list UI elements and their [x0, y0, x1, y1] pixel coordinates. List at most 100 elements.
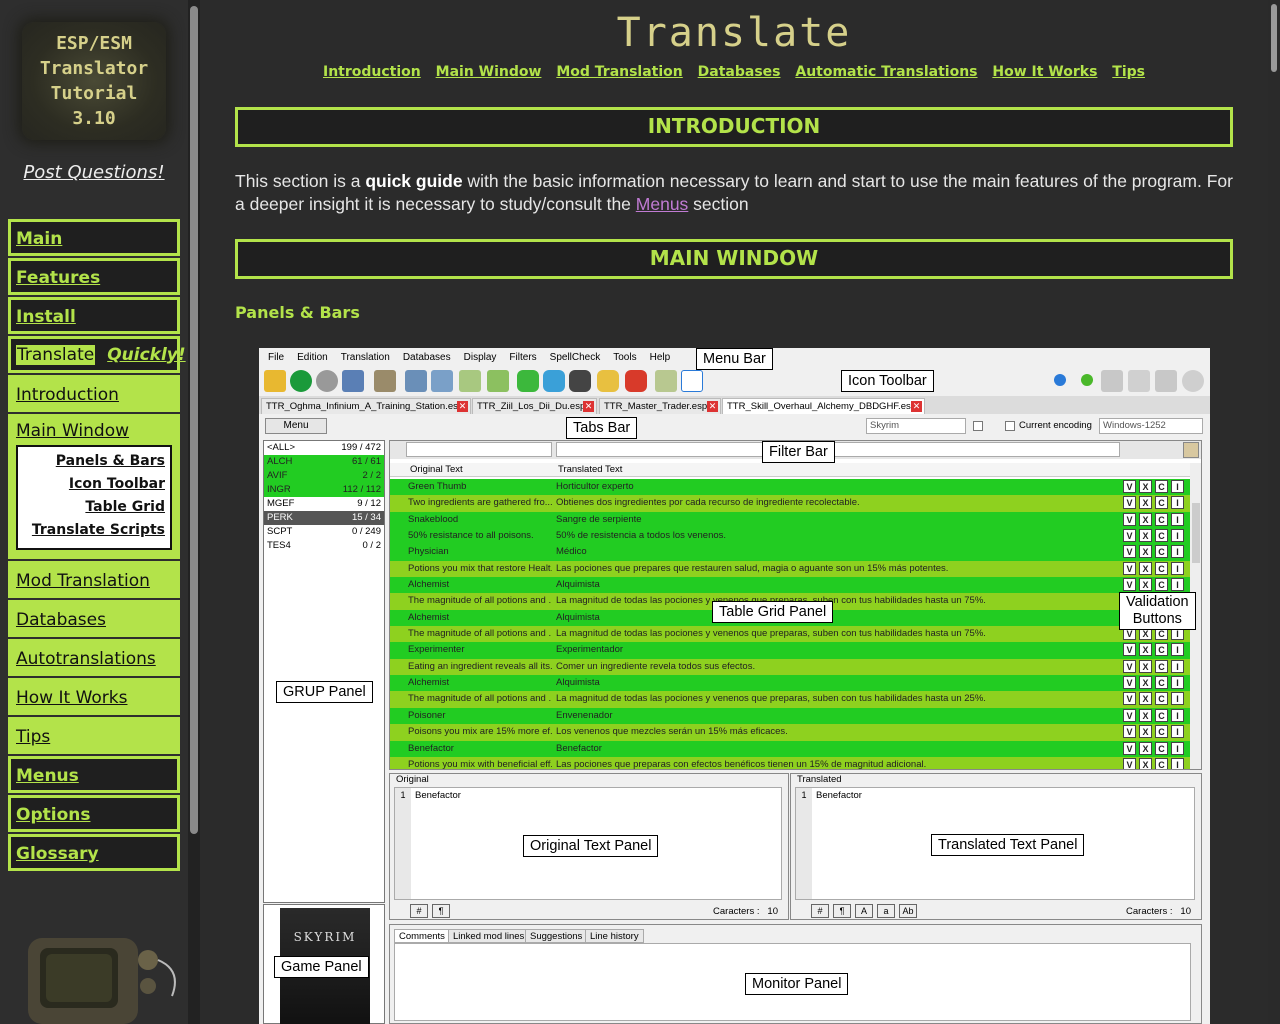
reject-button[interactable]: X: [1139, 659, 1152, 673]
table-row[interactable]: Green Thumb Horticultor experto V X C I: [390, 479, 1190, 496]
validate-button[interactable]: V: [1123, 741, 1136, 755]
reject-button[interactable]: X: [1139, 480, 1152, 493]
info-button[interactable]: I: [1171, 512, 1184, 526]
titlecase-button[interactable]: Ab: [899, 904, 917, 918]
database-black-icon[interactable]: [569, 370, 591, 392]
info-button[interactable]: I: [1171, 692, 1184, 706]
sidebar-scroll-thumb[interactable]: [190, 6, 198, 834]
info-button[interactable]: I: [1171, 529, 1184, 543]
sidebar-item-translate-link[interactable]: Translate: [16, 344, 96, 365]
table-row[interactable]: Physician Médico V X C I: [390, 544, 1190, 561]
sidebar-subitem-icon-toolbar[interactable]: Icon Toolbar: [23, 476, 165, 499]
reject-button[interactable]: X: [1139, 725, 1152, 739]
play-disabled-icon[interactable]: [1182, 370, 1204, 392]
grup-row[interactable]: ALCH 61 / 61: [264, 455, 384, 469]
copy-button[interactable]: C: [1155, 496, 1168, 510]
sidebar-item-main[interactable]: Main: [8, 219, 180, 256]
topnav-mod-translation[interactable]: Mod Translation: [556, 64, 682, 80]
table-row[interactable]: 50% resistance to all poisons. 50% de res…: [390, 528, 1190, 545]
data-add-icon[interactable]: [487, 370, 509, 392]
grup-row[interactable]: MGEF 9 / 12: [264, 497, 384, 511]
topnav-tips[interactable]: Tips: [1112, 64, 1145, 80]
table-row[interactable]: Alchemist Alquimista VXCI: [390, 577, 1190, 594]
grup-row-selected[interactable]: PERK 15 / 34: [264, 511, 384, 525]
reject-button[interactable]: X: [1139, 578, 1152, 592]
reject-button[interactable]: X: [1139, 643, 1152, 657]
copy-button[interactable]: C: [1155, 512, 1168, 526]
tab-line-history[interactable]: Line history: [585, 929, 644, 943]
grup-row[interactable]: INGR 112 / 112: [264, 483, 384, 497]
copy-button[interactable]: C: [1155, 545, 1168, 559]
grup-row[interactable]: AVIF 2 / 2: [264, 469, 384, 483]
close-icon[interactable]: ✕: [911, 401, 922, 412]
copy-button[interactable]: C: [1155, 757, 1168, 769]
table-row[interactable]: Snakeblood Sangre de serpiente V X C I: [390, 511, 1190, 529]
reject-button[interactable]: X: [1139, 692, 1152, 706]
go-arrow-icon[interactable]: [290, 370, 312, 392]
app-menu-help[interactable]: Help: [650, 352, 671, 366]
topnav-how-it-works[interactable]: How It Works: [992, 64, 1097, 80]
grup-row[interactable]: TES4 0 / 2: [264, 539, 384, 553]
copy-button[interactable]: C: [1155, 708, 1168, 722]
gear-icon[interactable]: [316, 370, 338, 392]
info-button[interactable]: I: [1171, 480, 1184, 493]
close-icon[interactable]: ✕: [583, 401, 594, 412]
page-scrollbar[interactable]: [1268, 0, 1280, 1024]
copy-button[interactable]: C: [1155, 659, 1168, 673]
app-menu-translation[interactable]: Translation: [341, 352, 390, 366]
sidebar-subitem-table-grid[interactable]: Table Grid: [23, 499, 165, 522]
tutorial-logo[interactable]: ESP/ESM Translator Tutorial 3.10: [22, 22, 166, 140]
app-menu-file[interactable]: File: [268, 352, 284, 366]
copy-button[interactable]: C: [1155, 561, 1168, 575]
table-row[interactable]: Potions you mix with beneficial eff... La…: [390, 756, 1190, 769]
sidebar-item-glossary[interactable]: Glossary: [8, 834, 180, 871]
info-button[interactable]: I: [1171, 545, 1184, 559]
validate-button[interactable]: V: [1123, 708, 1136, 722]
sidebar-subitem-translate-scripts[interactable]: Translate Scripts: [23, 522, 165, 545]
topnav-main-window[interactable]: Main Window: [436, 64, 542, 80]
grid-scroll-thumb[interactable]: [1192, 503, 1200, 563]
validate-button[interactable]: V: [1123, 692, 1136, 706]
sidebar-item-databases[interactable]: Databases: [8, 600, 180, 637]
file-tab[interactable]: TTR_Oghma_Infinium_A_Training_Station.es…: [261, 398, 471, 414]
info-button[interactable]: I: [1171, 578, 1184, 592]
validate-button[interactable]: V: [1123, 545, 1136, 559]
close-icon[interactable]: ✕: [707, 401, 718, 412]
pilcrow-button[interactable]: ¶: [833, 904, 851, 918]
reject-button[interactable]: X: [1139, 708, 1152, 722]
reject-button[interactable]: X: [1139, 496, 1152, 510]
copy-button[interactable]: C: [1155, 741, 1168, 755]
sidebar-item-mod-translation[interactable]: Mod Translation: [8, 561, 180, 598]
app-menu-databases[interactable]: Databases: [403, 352, 451, 366]
table-row[interactable]: Eating an ingredient reveals all its... C…: [390, 658, 1190, 676]
reject-button[interactable]: X: [1139, 757, 1152, 769]
info-button[interactable]: I: [1171, 643, 1184, 657]
search-tool-icon[interactable]: [374, 370, 396, 392]
reject-button[interactable]: X: [1139, 741, 1152, 755]
copy-button[interactable]: C: [1155, 725, 1168, 739]
column-header-original[interactable]: Original Text: [410, 464, 463, 475]
sidebar-item-how-it-works[interactable]: How It Works: [8, 678, 180, 715]
topnav-databases[interactable]: Databases: [698, 64, 781, 80]
table-row[interactable]: Poisoner Envenenador V X C I: [390, 707, 1190, 725]
validate-button[interactable]: V: [1123, 725, 1136, 739]
tab-comments[interactable]: Comments: [394, 929, 450, 943]
column-header-translated[interactable]: Translated Text: [558, 464, 622, 475]
database-red-icon[interactable]: [625, 370, 647, 392]
pilcrow-button[interactable]: ¶: [432, 904, 450, 918]
sidebar-item-install[interactable]: Install: [8, 297, 180, 334]
game-select[interactable]: Skyrim: [866, 418, 966, 434]
reject-button[interactable]: X: [1139, 676, 1152, 690]
sidebar-item-tips[interactable]: Tips: [8, 717, 180, 754]
table-row[interactable]: Benefactor Benefactor V X C I: [390, 740, 1190, 757]
grid-chart-icon[interactable]: [342, 370, 364, 392]
close-icon[interactable]: ✕: [457, 401, 468, 412]
page-scroll-thumb[interactable]: [1271, 4, 1277, 72]
data-stack-icon[interactable]: [459, 370, 481, 392]
hash-button[interactable]: #: [410, 904, 428, 918]
tab-suggestions[interactable]: Suggestions: [525, 929, 588, 943]
sidebar-item-quickly-link[interactable]: Quickly!: [107, 345, 185, 365]
table-row[interactable]: Experimenter Experimentador V X C I: [390, 642, 1190, 659]
cube-disabled-icon[interactable]: [1155, 370, 1177, 392]
app-menu-spellcheck[interactable]: SpellCheck: [550, 352, 601, 366]
